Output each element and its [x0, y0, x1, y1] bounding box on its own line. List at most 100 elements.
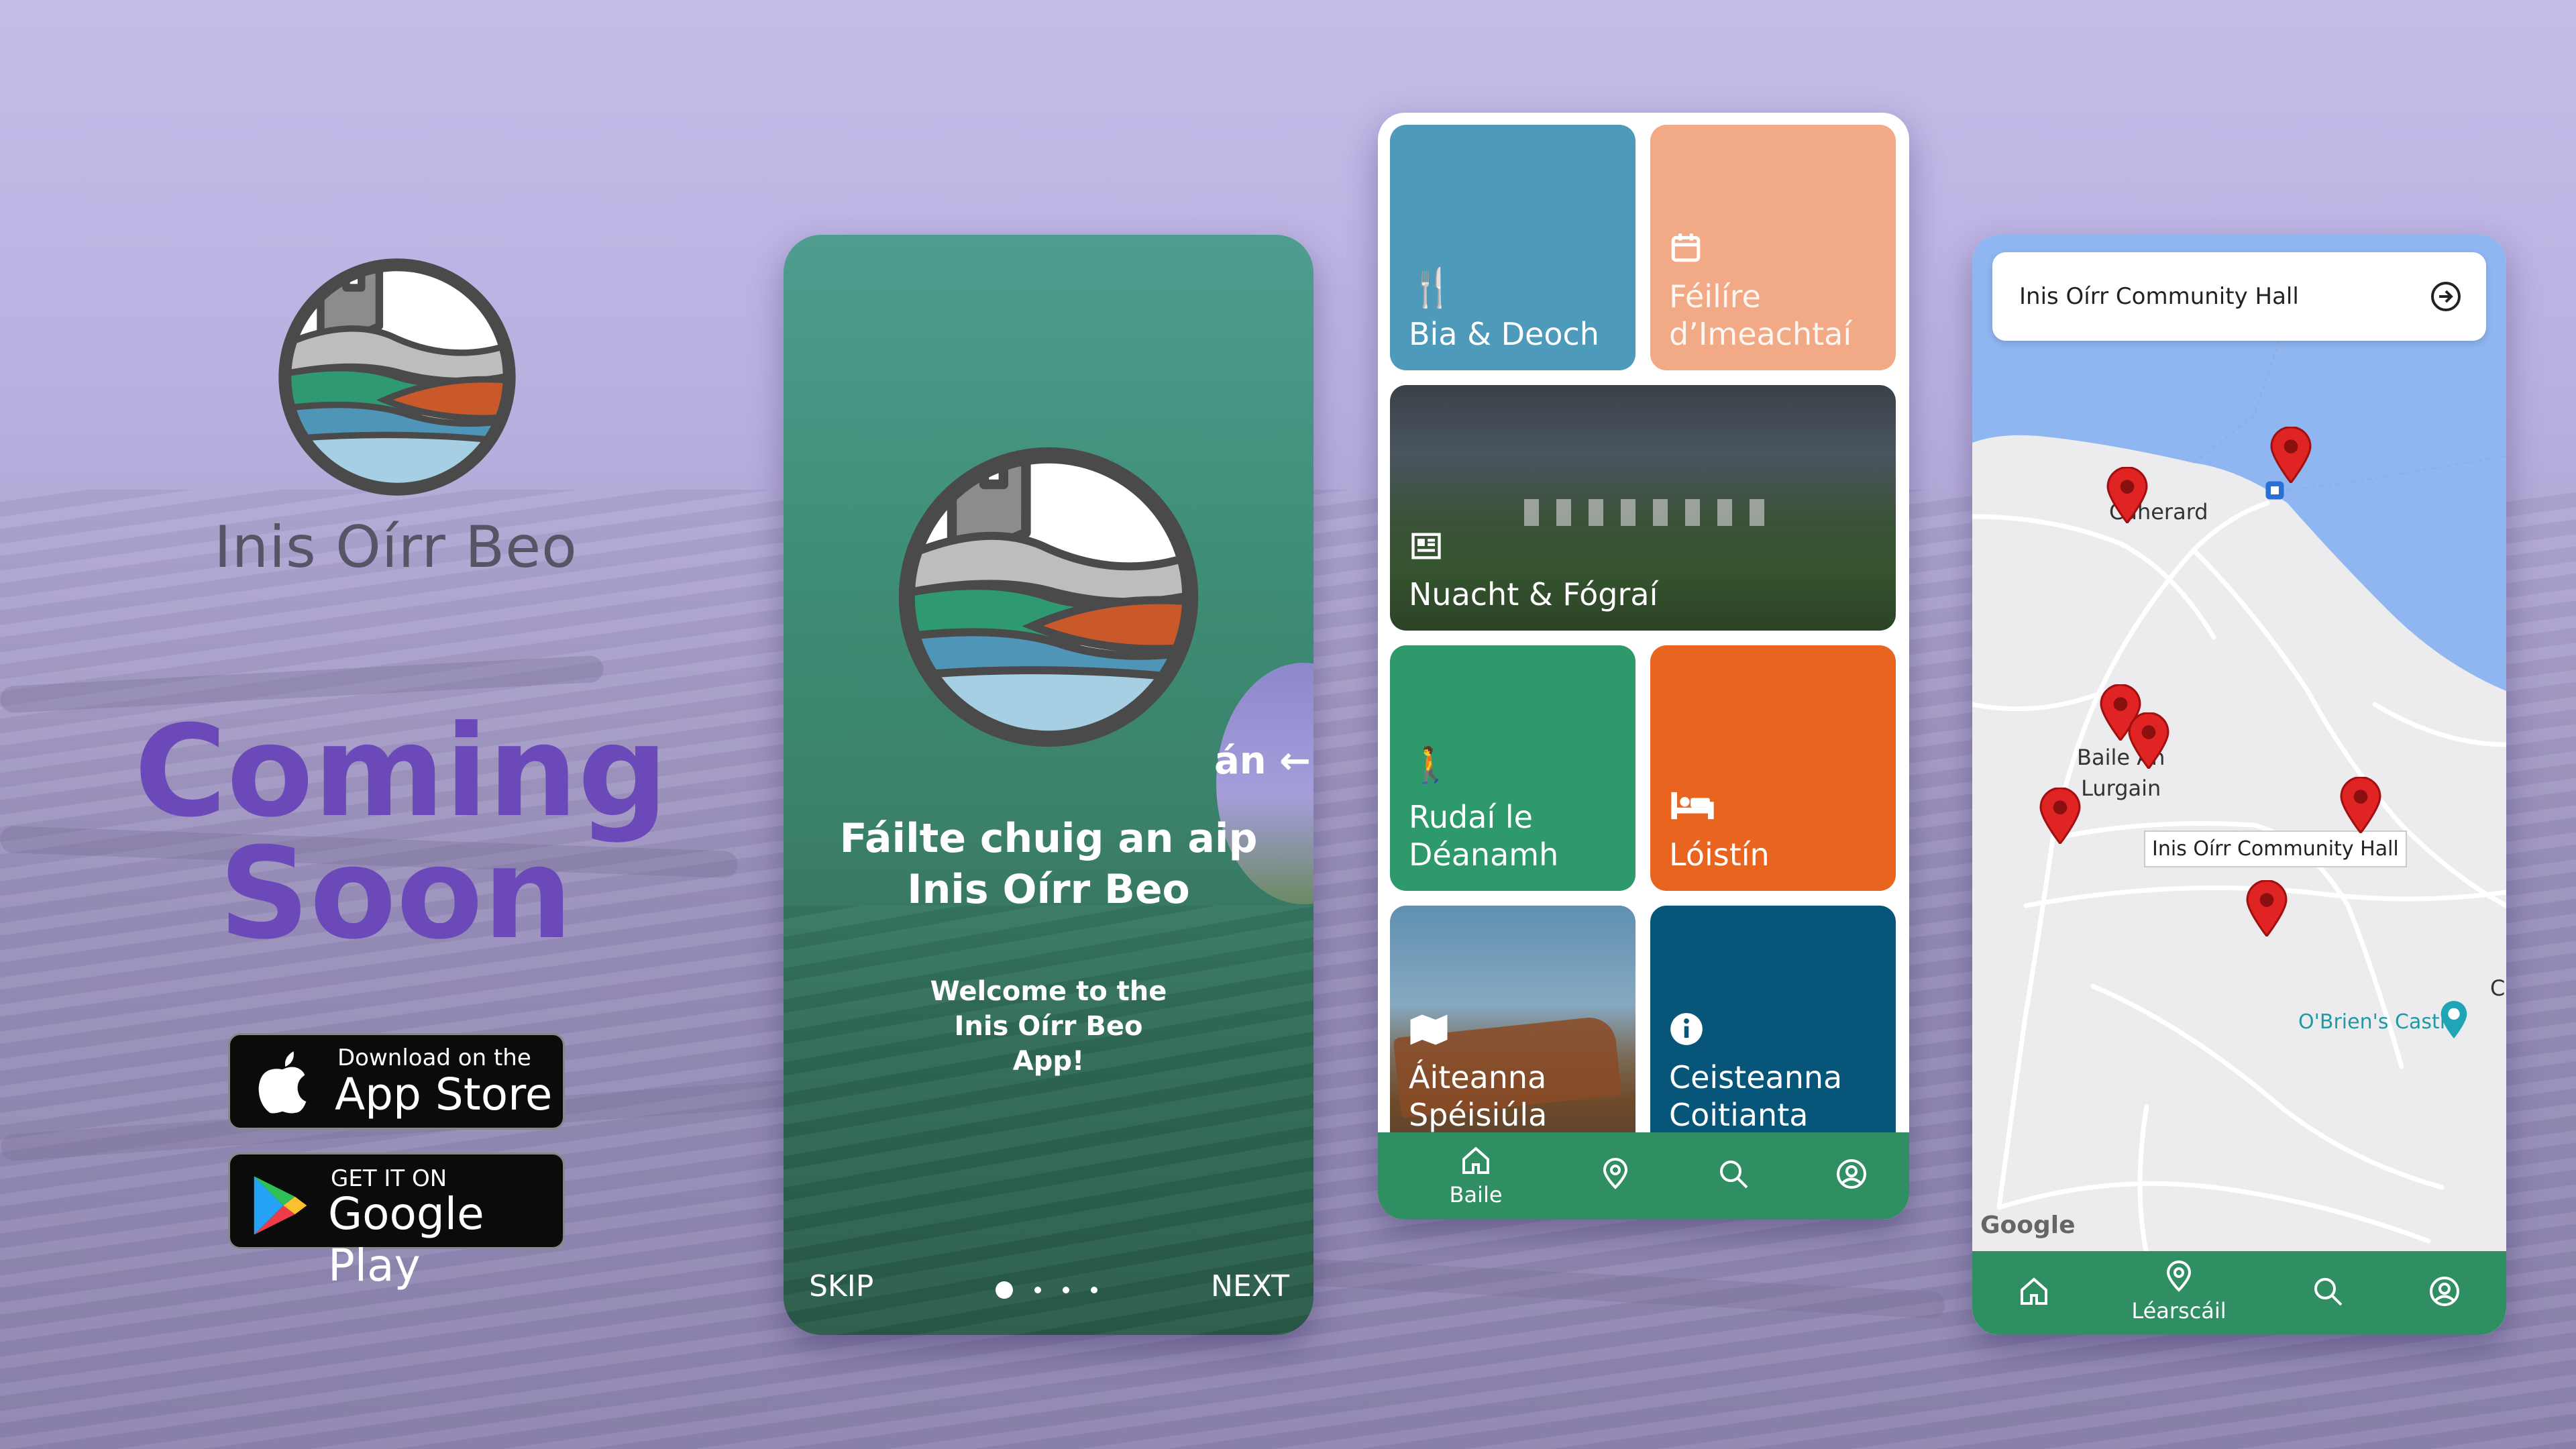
news-icon	[1411, 533, 1441, 559]
page-dot[interactable]	[1091, 1287, 1097, 1293]
tile-label: Bia & Deoch	[1409, 316, 1599, 352]
map-pin-icon[interactable]	[2270, 427, 2312, 483]
nav-search[interactable]	[1713, 1158, 1754, 1193]
arrow-left-icon: ←	[1279, 739, 1311, 783]
apple-icon	[258, 1051, 307, 1114]
google-big-text: Google Play	[328, 1188, 484, 1291]
map-callout[interactable]: Inis Oírr Community Hall	[2144, 830, 2407, 867]
apple-small-text: Download on the	[337, 1044, 531, 1071]
user-circle-icon	[1837, 1159, 1866, 1189]
ferry-icon	[2265, 481, 2284, 500]
tile-label-line1: Féilíre	[1669, 278, 1761, 315]
welcome-title-line1: Fáilte chuig an aip	[839, 815, 1258, 862]
tile-label-line2: Spéisiúla	[1409, 1097, 1548, 1133]
location-pin-icon	[2166, 1260, 2192, 1292]
nav-search[interactable]	[2308, 1275, 2348, 1310]
brand-name: Inis Oírr Beo	[214, 514, 578, 581]
tile-label: Áiteanna Spéisiúla	[1409, 1059, 1547, 1134]
tile-places-of-interest[interactable]: Áiteanna Spéisiúla	[1390, 906, 1635, 1151]
tile-label-line1: Rudaí le	[1409, 799, 1533, 835]
map-screen: Inis Oírr Community Hall Caherard Baile …	[1972, 235, 2506, 1335]
tile-label: Nuacht & Fógraí	[1409, 576, 1658, 612]
language-toggle-text: án	[1214, 739, 1267, 783]
map-search-text: Inis Oírr Community Hall	[2019, 283, 2299, 310]
welcome-subtitle: Welcome to the Inis Oírr Beo App!	[904, 974, 1193, 1079]
calendar-icon	[1671, 233, 1701, 262]
welcome-subtitle-line3: App!	[1012, 1046, 1085, 1077]
welcome-subtitle-line1: Welcome to the	[930, 976, 1167, 1007]
nav-home[interactable]: Baile	[1436, 1144, 1516, 1208]
tile-label: Rudaí le Déanamh	[1409, 798, 1558, 873]
map-canvas[interactable]	[1972, 235, 2506, 1335]
tile-accommodation[interactable]: Lóistín	[1650, 645, 1896, 891]
info-icon	[1670, 1013, 1703, 1045]
map-pin-icon[interactable]	[2340, 777, 2381, 833]
walking-icon: 🚶	[1409, 745, 1452, 786]
tile-label-line2: Déanamh	[1409, 837, 1559, 873]
onboarding-logo-icon	[898, 447, 1199, 747]
tile-label-line1: Áiteanna	[1409, 1059, 1547, 1095]
brand-logo-icon	[278, 258, 516, 496]
nav-map-label: Léarscáil	[2131, 1298, 2226, 1324]
home-screen: 🍴 Bia & Deoch Féilíre d’Imeachtaí Nuacht…	[1378, 113, 1909, 1220]
coming-soon-line1: Coming	[134, 698, 668, 845]
bed-icon	[1671, 792, 1714, 820]
welcome-subtitle-line2: Inis Oírr Beo	[954, 1011, 1143, 1042]
nav-home-label: Baile	[1449, 1182, 1503, 1208]
nav-map[interactable]: Léarscáil	[2125, 1260, 2233, 1324]
tile-label-line2: Coitianta	[1669, 1097, 1809, 1133]
home-icon	[1462, 1146, 1489, 1174]
cutlery-icon: 🍴	[1409, 266, 1456, 310]
welcome-title-line2: Inis Oírr Beo	[907, 866, 1190, 913]
tile-label: Féilíre d’Imeachtaí	[1669, 278, 1851, 353]
tile-label: Ceisteanna Coitianta	[1669, 1059, 1842, 1134]
search-icon	[2314, 1278, 2343, 1306]
welcome-title: Fáilte chuig an aip Inis Oírr Beo	[810, 813, 1287, 915]
bottom-nav: Baile	[1378, 1132, 1909, 1220]
map-label-edge: C	[2490, 975, 2506, 1001]
apple-big-text: App Store	[335, 1069, 553, 1120]
tile-news[interactable]: Nuacht & Fógraí	[1390, 385, 1896, 631]
page-dot[interactable]	[1063, 1287, 1069, 1293]
map-pin-icon[interactable]	[2106, 467, 2148, 523]
map-label-baile-line2: Lurgain	[2081, 775, 2161, 801]
tile-label-line1: Ceisteanna	[1669, 1059, 1843, 1095]
coming-soon-heading: Coming Soon	[134, 698, 668, 967]
page-dot-active[interactable]	[996, 1281, 1013, 1299]
nav-home[interactable]	[2014, 1275, 2054, 1310]
google-logo: Google	[1980, 1212, 2076, 1239]
tile-faq[interactable]: Ceisteanna Coitianta	[1650, 906, 1896, 1151]
page-dot[interactable]	[1034, 1287, 1041, 1293]
map-label-obriens-castle: O'Brien's Castle	[2298, 1010, 2458, 1034]
location-pin-icon	[1603, 1158, 1628, 1189]
nav-profile[interactable]	[1831, 1158, 1872, 1193]
user-circle-icon	[2430, 1277, 2459, 1306]
coming-soon-line2: Soon	[219, 820, 573, 967]
tile-events-calendar[interactable]: Féilíre d’Imeachtaí	[1650, 125, 1896, 370]
next-button[interactable]: NEXT	[1211, 1269, 1289, 1303]
bottom-nav: Léarscáil	[1972, 1251, 2506, 1335]
language-toggle-label[interactable]: án ←	[1214, 739, 1311, 783]
app-store-button[interactable]: Download on the App Store	[228, 1033, 565, 1130]
arrow-right-circle-icon[interactable]	[2430, 280, 2462, 313]
camera-pin-icon	[2440, 1001, 2467, 1038]
tile-things-to-do[interactable]: 🚶 Rudaí le Déanamh	[1390, 645, 1635, 891]
onboarding-screen: án ← Fáilte chuig an aip Inis Oírr Beo W…	[784, 235, 1313, 1335]
map-pin-icon[interactable]	[2039, 788, 2081, 844]
tile-label: Lóistín	[1669, 837, 1770, 873]
tile-food-drink[interactable]: 🍴 Bia & Deoch	[1390, 125, 1635, 370]
map-pin-icon[interactable]	[2246, 880, 2288, 936]
nav-map[interactable]	[1595, 1158, 1635, 1193]
search-icon	[1720, 1161, 1748, 1189]
google-play-icon	[254, 1176, 307, 1235]
news-photo-houses	[1524, 499, 1779, 526]
skip-button[interactable]: SKIP	[809, 1269, 873, 1303]
map-search-bar[interactable]: Inis Oírr Community Hall	[1992, 252, 2486, 341]
page-indicator	[996, 1281, 1097, 1299]
tile-label-line2: d’Imeachtaí	[1669, 316, 1852, 352]
home-icon	[2021, 1277, 2047, 1305]
google-play-button[interactable]: GET IT ON Google Play	[228, 1152, 565, 1291]
map-pin-icon[interactable]	[2128, 712, 2169, 769]
map-icon	[1410, 1014, 1448, 1045]
nav-profile[interactable]	[2424, 1275, 2465, 1310]
